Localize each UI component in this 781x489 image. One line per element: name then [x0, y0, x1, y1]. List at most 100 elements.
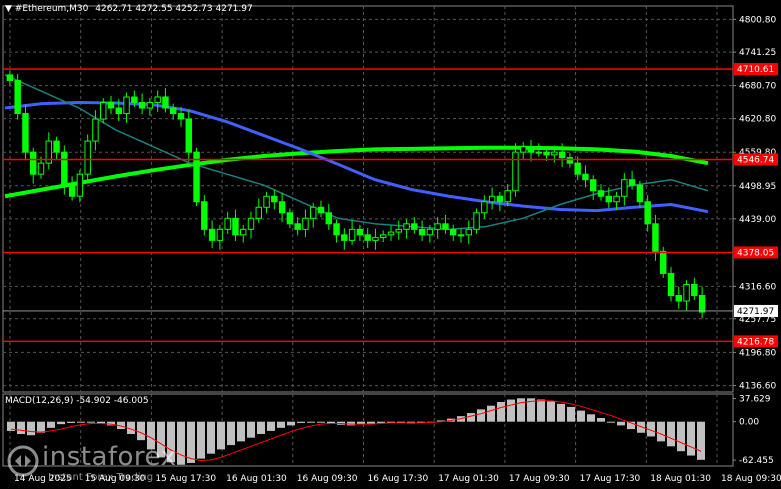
candle-body — [652, 223, 659, 252]
candle-body — [310, 206, 317, 219]
level-price-label: 4710.61 — [737, 65, 774, 75]
price-tick-label: 4136.60 — [739, 382, 776, 392]
candle-body — [465, 228, 472, 236]
candle-body — [683, 283, 690, 302]
candle-body — [294, 223, 301, 230]
candle-body — [53, 140, 60, 153]
macd-histogram-bar — [207, 421, 215, 454]
time-tick-label: 17 Aug 17:30 — [580, 474, 641, 484]
candle-body — [566, 157, 574, 164]
candle-body — [84, 140, 91, 175]
macd-histogram-bar — [587, 414, 595, 422]
macd-histogram-bar — [377, 421, 385, 423]
candle-body — [278, 201, 286, 214]
candle-body — [605, 195, 612, 203]
candle-body — [333, 223, 340, 236]
macd-histogram-bar — [137, 421, 145, 441]
macd-histogram-bar — [577, 410, 585, 422]
candle-body — [660, 250, 667, 274]
price-tick-label: 4196.80 — [739, 348, 776, 358]
macd-histogram-bar — [277, 421, 285, 428]
candle-body — [590, 179, 597, 192]
candle-body — [403, 223, 410, 230]
level-price-label: 4378.05 — [737, 248, 774, 258]
macd-histogram-bar — [287, 421, 295, 426]
candle-body — [426, 228, 434, 236]
candle-body — [667, 272, 675, 297]
watermark-brand: instaforex — [42, 442, 177, 472]
candle-body — [325, 212, 332, 225]
macd-histogram-bar — [317, 421, 325, 423]
candle-body — [551, 151, 558, 156]
macd-histogram-bar — [477, 409, 485, 422]
candle-body — [558, 151, 566, 159]
macd-histogram-bar — [547, 401, 555, 422]
candle-body — [613, 195, 620, 203]
macd-histogram-bar — [667, 421, 675, 447]
macd-histogram-bar — [537, 399, 545, 422]
candle-body — [356, 228, 364, 236]
macd-histogram-bar — [557, 403, 565, 422]
dropdown-arrow-icon[interactable]: ▼ — [5, 4, 12, 14]
candle-body — [271, 195, 278, 203]
macd-tick-label: -62.455 — [739, 456, 774, 466]
instaforex-logo-icon — [7, 445, 39, 477]
candle-body — [138, 102, 146, 109]
candle-body — [61, 151, 68, 186]
candle-body — [504, 190, 511, 203]
macd-histogram-bar — [307, 421, 315, 423]
candle-body — [22, 113, 29, 153]
candle-body — [232, 217, 239, 236]
candle-body — [162, 96, 169, 109]
price-tick-label: 4439.00 — [739, 215, 776, 225]
macd-histogram-bar — [497, 402, 505, 422]
macd-histogram-bar — [677, 421, 685, 452]
candle-body — [473, 212, 480, 230]
macd-histogram-bar — [237, 421, 245, 442]
candle-body — [380, 234, 387, 239]
candle-body — [6, 74, 14, 81]
ohlc-values: 4262.71 4272.55 4252.73 4271.97 — [95, 4, 253, 14]
current-price-label: 4271.97 — [737, 307, 774, 317]
macd-histogram-bar — [617, 421, 625, 426]
candle-body — [286, 212, 294, 225]
candle-body — [154, 96, 161, 104]
candle-body — [14, 79, 21, 115]
candle-body — [240, 228, 247, 236]
time-tick-label: 16 Aug 01:30 — [226, 474, 287, 484]
macd-histogram-bar — [57, 421, 65, 425]
time-tick-label: 18 Aug 01:30 — [650, 474, 711, 484]
macd-histogram-bar — [37, 421, 45, 433]
candle-body — [170, 107, 177, 115]
candle-body — [224, 217, 231, 230]
price-chart[interactable]: 14 Aug 2025 15 Aug 09:30 15 Aug 17:30 16 Au… — [0, 0, 781, 489]
candle-body — [92, 118, 99, 142]
candle-body — [543, 151, 550, 156]
candle-body — [131, 96, 138, 104]
candle-body — [146, 102, 154, 109]
macd-histogram-bar — [697, 421, 705, 460]
price-panel-frame — [2, 5, 734, 393]
candle-body — [216, 228, 224, 241]
candle-body — [76, 173, 84, 197]
macd-histogram-bar — [567, 406, 575, 422]
macd-histogram-bar — [247, 421, 255, 438]
time-tick-label: 17 Aug 01:30 — [438, 474, 499, 484]
time-tick-label: 16 Aug 09:30 — [297, 474, 358, 484]
candle-body — [488, 195, 496, 203]
macd-histogram-bar — [597, 418, 605, 422]
candle-body — [372, 237, 379, 241]
candle-body — [68, 184, 76, 197]
macd-histogram-bar — [257, 421, 265, 434]
level-price-label: 4216.78 — [737, 337, 774, 347]
macd-histogram-bar — [217, 421, 225, 450]
symbol-name: #Ethereum,M30 — [14, 4, 89, 14]
candle-body — [621, 179, 628, 197]
candle-body — [698, 295, 706, 313]
macd-histogram-bar — [657, 421, 665, 442]
candle-body — [263, 195, 270, 208]
macd-label: MACD(12,26,9) -54.902 -46.005 — [5, 396, 149, 406]
candle-body — [107, 102, 115, 109]
candle-body — [418, 228, 426, 236]
macd-histogram-bar — [77, 421, 85, 423]
